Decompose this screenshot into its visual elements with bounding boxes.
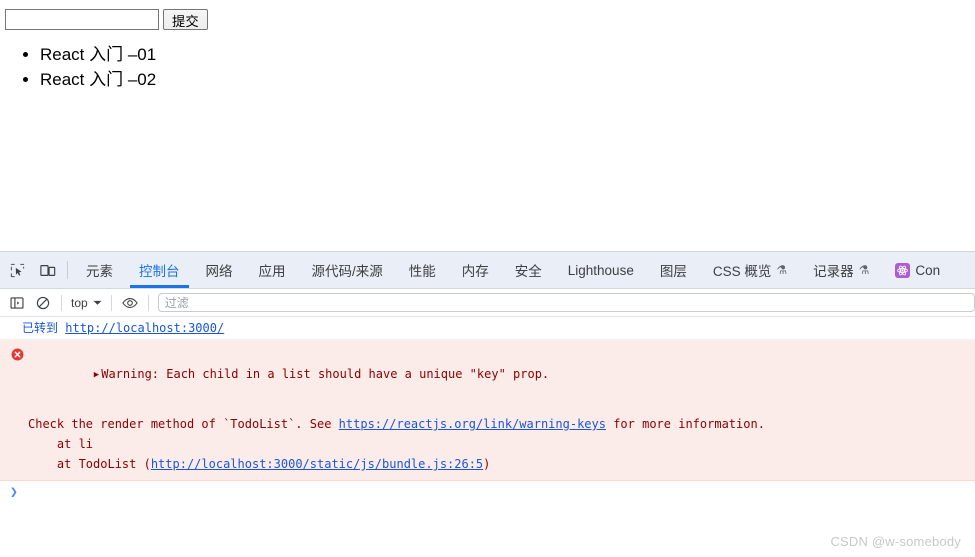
toolbar-divider (61, 294, 62, 311)
tab-label: Lighthouse (567, 262, 634, 278)
tab-css-overview[interactable]: CSS 概览 ⚗ (700, 252, 800, 288)
todo-add-form: 提交 (5, 9, 208, 30)
toolbar-divider (110, 294, 112, 311)
tab-label: 控制台 (139, 264, 180, 279)
console-error-message[interactable]: ▶ Warning: Each child in a list should ha… (0, 340, 975, 481)
expand-triangle-icon[interactable]: ▶ (94, 365, 99, 385)
react-logo-icon (895, 262, 911, 278)
execution-context-selector[interactable]: top (67, 296, 106, 310)
tab-label: 元素 (86, 264, 113, 279)
error-body-before-link: Check the render method of `TodoList`. S… (28, 417, 339, 431)
tab-label: 应用 (258, 264, 286, 279)
error-icon (11, 347, 24, 361)
clear-console-icon[interactable] (30, 292, 56, 314)
tab-label: 内存 (461, 264, 489, 279)
console-prompt[interactable]: ❯ (0, 481, 975, 504)
console-sidebar-toggle-icon[interactable] (4, 292, 30, 314)
tab-performance[interactable]: 性能 (396, 252, 449, 288)
console-filter-input[interactable] (157, 293, 975, 312)
execution-context-label: top (71, 295, 88, 310)
console-navigation-message: 已转到 http://localhost:3000/ (0, 317, 975, 340)
error-body-after-link: for more information. (605, 417, 765, 431)
experiment-flask-icon: ⚗ (776, 263, 788, 277)
tab-security[interactable]: 安全 (502, 252, 555, 288)
tab-label: 记录器 (813, 264, 854, 279)
tab-sources[interactable]: 源代码/来源 (299, 252, 396, 288)
stack-frame-suffix: ) (483, 457, 491, 471)
tab-label: 安全 (514, 264, 542, 279)
toolbar-divider (67, 261, 68, 279)
prompt-caret-icon: ❯ (10, 485, 18, 500)
stack-frame-text: at li (28, 437, 94, 451)
error-title: Warning: Each child in a list should hav… (101, 367, 550, 381)
error-stack-frame: at TodoList (http://localhost:3000/stati… (0, 454, 975, 474)
tab-recorder[interactable]: 记录器 ⚗ (800, 252, 882, 288)
live-expression-eye-icon[interactable] (117, 292, 143, 314)
devtools-panel: 元素 控制台 网络 应用 源代码/来源 性能 内存 安全 Lighthouse … (0, 251, 975, 557)
web-page-viewport: 提交 React 入门 –01 React 入门 –02 (0, 0, 975, 251)
tab-network[interactable]: 网络 (193, 252, 246, 288)
tab-label: 性能 (408, 264, 436, 279)
error-title-row: ▶ Warning: Each child in a list should ha… (0, 344, 975, 406)
devtools-tab-bar: 元素 控制台 网络 应用 源代码/来源 性能 内存 安全 Lighthouse … (0, 252, 975, 289)
experiment-flask-icon: ⚗ (858, 263, 870, 277)
device-toolbar-icon[interactable] (34, 256, 62, 284)
toolbar-divider (147, 294, 149, 311)
inspect-element-icon[interactable] (3, 256, 31, 284)
tab-console[interactable]: 控制台 (126, 252, 193, 288)
list-item: React 入门 –02 (40, 67, 156, 92)
stack-frame-text: at TodoList ( (28, 457, 151, 471)
warning-keys-doc-link[interactable]: https://reactjs.org/link/warning-keys (339, 417, 606, 431)
tab-label: Con (915, 262, 941, 278)
tab-label: CSS 概览 (712, 264, 772, 279)
console-message-list[interactable]: 已转到 http://localhost:3000/ ▶ Warning: Eac… (0, 317, 975, 557)
chevron-down-icon (93, 300, 102, 305)
console-toolbar: top (0, 289, 975, 317)
tab-memory[interactable]: 内存 (449, 252, 502, 288)
tab-application[interactable]: 应用 (246, 252, 299, 288)
navigation-url-link[interactable]: http://localhost:3000/ (65, 321, 224, 335)
navigation-prefix: 已转到 (22, 321, 59, 335)
tab-label: 源代码/来源 (311, 264, 383, 279)
tab-layers[interactable]: 图层 (647, 252, 700, 288)
todo-text-input[interactable] (5, 9, 159, 30)
bundle-source-link[interactable]: http://localhost:3000/static/js/bundle.j… (151, 457, 483, 471)
error-body: Check the render method of `TodoList`. S… (0, 414, 975, 434)
tab-label: 图层 (659, 264, 687, 279)
watermark: CSDN @w-somebody (830, 534, 961, 549)
tab-elements[interactable]: 元素 (73, 252, 126, 288)
tab-lighthouse[interactable]: Lighthouse (555, 252, 647, 288)
tab-components[interactable]: Con (882, 252, 953, 288)
tab-label: 网络 (205, 264, 233, 279)
list-item: React 入门 –01 (40, 42, 156, 67)
todo-list: React 入门 –01 React 入门 –02 (0, 42, 156, 92)
error-stack-frame: at li (0, 434, 975, 454)
submit-button[interactable]: 提交 (163, 9, 208, 30)
